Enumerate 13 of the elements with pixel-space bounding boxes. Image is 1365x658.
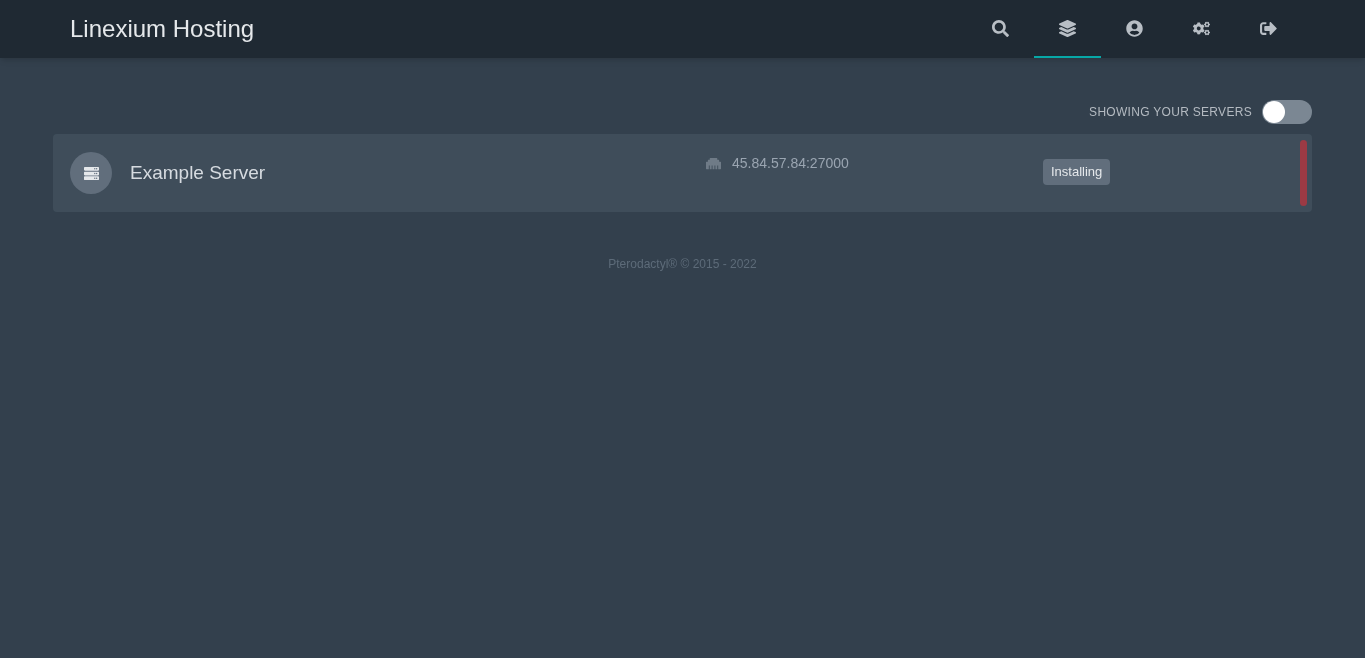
ethernet-icon: [705, 156, 722, 171]
filter-label: SHOWING YOUR SERVERS: [1089, 104, 1252, 121]
toggle-switch[interactable]: [1262, 100, 1312, 124]
server-name: Example Server: [130, 160, 267, 185]
status-badge: Installing: [1043, 159, 1111, 185]
server-icon: [83, 165, 99, 181]
gears-icon: [1193, 19, 1210, 37]
site-title: Linexium Hosting: [70, 14, 256, 44]
search-icon: [992, 19, 1009, 37]
server-address: 45.84.57.84:27000: [732, 154, 849, 173]
layers-icon: [1059, 19, 1076, 37]
exit-arrow-icon: [1260, 19, 1277, 37]
server-card[interactable]: Example Server 45.84.57.84:27000 Installing: [53, 134, 1312, 212]
